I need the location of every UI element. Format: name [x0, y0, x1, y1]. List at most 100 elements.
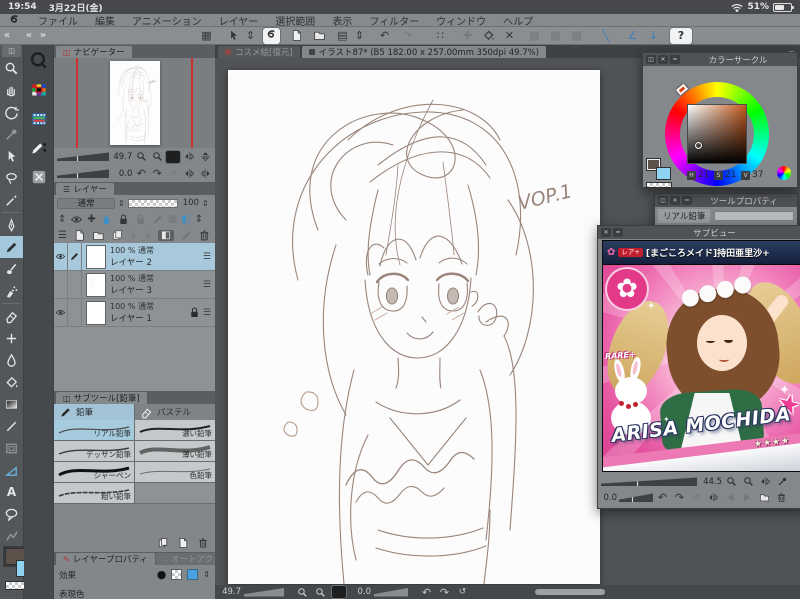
subtool-item-light-pencil[interactable]: 薄い鉛筆: [135, 441, 215, 461]
subview-rotate-right-button[interactable]: ↷: [672, 491, 687, 504]
subview-reset-button[interactable]: ↺: [689, 491, 704, 504]
clip-studio-button[interactable]: [263, 27, 280, 44]
subview-prev-button[interactable]: ◀: [723, 491, 738, 504]
close-icon[interactable]: ✕: [601, 228, 611, 237]
color-circle-header[interactable]: ◫ ✕ ━ カラーサークル: [643, 53, 797, 66]
canvas-page[interactable]: [228, 70, 600, 584]
rotate-canvas-tool[interactable]: [0, 101, 23, 123]
transform-button[interactable]: ✕: [501, 28, 518, 44]
undo-button[interactable]: ↶: [376, 28, 393, 44]
bg-swatch[interactable]: [656, 167, 671, 180]
zoom-in-button[interactable]: [150, 150, 164, 163]
subtool-item-colored-pencil[interactable]: 色鉛筆: [135, 462, 215, 482]
tool-palette-tab[interactable]: ◫: [2, 45, 21, 57]
subtool-item-dessin-pencil[interactable]: デッサン鉛筆: [54, 441, 134, 461]
two-pane-toggle-icon[interactable]: ◧: [158, 229, 174, 241]
subview-flip-button[interactable]: [758, 475, 773, 488]
balloon-tool[interactable]: [0, 503, 23, 525]
close-icon[interactable]: ✕: [670, 196, 680, 205]
delete-layer-icon[interactable]: [198, 229, 211, 242]
move-selection-button[interactable]: ✚: [459, 28, 476, 44]
tab-layer-property[interactable]: ✎ レイヤープロパティ: [56, 553, 155, 565]
hsv-mode-icon[interactable]: [777, 166, 791, 180]
subtool-item-mechanical-pencil[interactable]: シャーペン: [54, 462, 134, 482]
scale-up-button[interactable]: ▩: [526, 28, 543, 44]
bottom-rotate-slider[interactable]: [374, 588, 408, 597]
effect-stepper-icon[interactable]: ⇕: [203, 570, 210, 579]
new-file-button[interactable]: [288, 28, 305, 44]
layer-color-effect-icon[interactable]: [187, 569, 199, 580]
subview-rotate-left-button[interactable]: ↶: [655, 491, 670, 504]
navigator-preview[interactable]: [54, 58, 215, 148]
group-tab-pastel[interactable]: パステル: [135, 404, 215, 420]
dock-panel-icon[interactable]: ◫: [646, 55, 656, 64]
bottom-zoom-in-button[interactable]: [313, 586, 328, 599]
new-layer-icon[interactable]: [73, 229, 86, 242]
rotate-right-button[interactable]: ↷: [150, 167, 164, 180]
move-canvas-tool[interactable]: [0, 79, 23, 101]
tool-property-header[interactable]: ◫ ✕ ━ ツールプロパティ: [655, 194, 797, 207]
color-set-palette-button[interactable]: [24, 76, 53, 103]
minimize-icon[interactable]: ━: [613, 228, 623, 237]
touch-gesture-button[interactable]: [225, 28, 242, 44]
text-tool[interactable]: A: [0, 481, 23, 503]
menu-animation[interactable]: アニメーション: [132, 13, 202, 28]
pencil-tool-selected[interactable]: [0, 236, 23, 258]
bottom-zoom-out-button[interactable]: [295, 586, 310, 599]
operation-tool[interactable]: [0, 145, 23, 167]
subview-open-button[interactable]: [757, 491, 772, 504]
eraser-tool[interactable]: [0, 305, 23, 327]
flip-view-left-button[interactable]: [182, 167, 196, 180]
layer-handle-icon[interactable]: ☰: [203, 280, 211, 290]
lock-alpha-icon[interactable]: [134, 213, 147, 226]
subview-zoom-out-button[interactable]: [724, 475, 739, 488]
new-subtool-icon[interactable]: [177, 537, 189, 549]
minimize-icon[interactable]: ━: [670, 55, 680, 64]
delete-subtool-icon[interactable]: [197, 537, 209, 549]
horizontal-scrollbar[interactable]: [535, 589, 605, 595]
rotate-slider[interactable]: [57, 169, 109, 178]
visibility-cell[interactable]: [54, 243, 68, 270]
tone-icon[interactable]: ▦: [168, 214, 177, 225]
fill-button[interactable]: [480, 28, 497, 44]
figure-tool[interactable]: [0, 415, 23, 437]
subview-eyedropper-button[interactable]: [775, 475, 790, 488]
tab-layer[interactable]: ☰ レイヤー: [56, 183, 114, 195]
new-folder-icon[interactable]: [92, 229, 105, 242]
blend-tool[interactable]: [0, 327, 23, 349]
subview-delete-button[interactable]: [774, 491, 789, 504]
subview-header[interactable]: ✕ ━ サブビュー: [598, 226, 800, 239]
menu-edit[interactable]: 編集: [95, 13, 115, 28]
duplicate-subtool-icon[interactable]: [157, 537, 169, 549]
dock-panel-icon[interactable]: ◫: [658, 196, 668, 205]
layer-updown-icon[interactable]: ⇕: [58, 214, 66, 225]
scale-down-button[interactable]: ▩: [547, 28, 564, 44]
collapse-dock-icon[interactable]: «: [22, 30, 36, 41]
subview-image[interactable]: ✿ レア+ [まごころメイド]持田亜里沙+ ✿ RARE+ ✦ ✦ ✦ ★ AR…: [602, 240, 800, 472]
group-tab-pencil[interactable]: 鉛筆: [54, 404, 134, 420]
deselect-button[interactable]: ∷: [432, 28, 449, 44]
zoom-out-button[interactable]: [134, 150, 148, 163]
gradient-tool[interactable]: [0, 393, 23, 415]
visibility-cell[interactable]: [54, 299, 68, 326]
run-action-button[interactable]: ▩: [568, 28, 585, 44]
save-button[interactable]: ▤: [334, 28, 351, 44]
bottom-zoom-slider[interactable]: [244, 588, 284, 597]
menu-view[interactable]: 表示: [332, 13, 352, 28]
clip-droplet-icon[interactable]: [100, 213, 113, 226]
draft-pencil-icon[interactable]: [151, 213, 164, 226]
property-slider[interactable]: [714, 211, 794, 221]
layer-row-1[interactable]: 100 % 通常 レイヤー 1 ☰: [54, 299, 215, 327]
menu-window[interactable]: ウィンドウ: [436, 13, 486, 28]
minimize-icon[interactable]: ━: [682, 196, 692, 205]
bottom-fit-button[interactable]: [331, 586, 346, 599]
close-icon[interactable]: ✕: [658, 55, 668, 64]
rotate-left-button[interactable]: ↶: [134, 167, 148, 180]
menu-help[interactable]: ヘルプ: [503, 13, 533, 28]
merge-down-icon[interactable]: ↓: [144, 230, 152, 241]
layer-thumbnail[interactable]: [86, 272, 106, 297]
edit-mask-icon[interactable]: [180, 229, 193, 242]
tab-close-icon[interactable]: [225, 49, 231, 55]
layer-thumbnail[interactable]: [86, 245, 106, 269]
subview-flip-h-button[interactable]: [706, 491, 721, 504]
